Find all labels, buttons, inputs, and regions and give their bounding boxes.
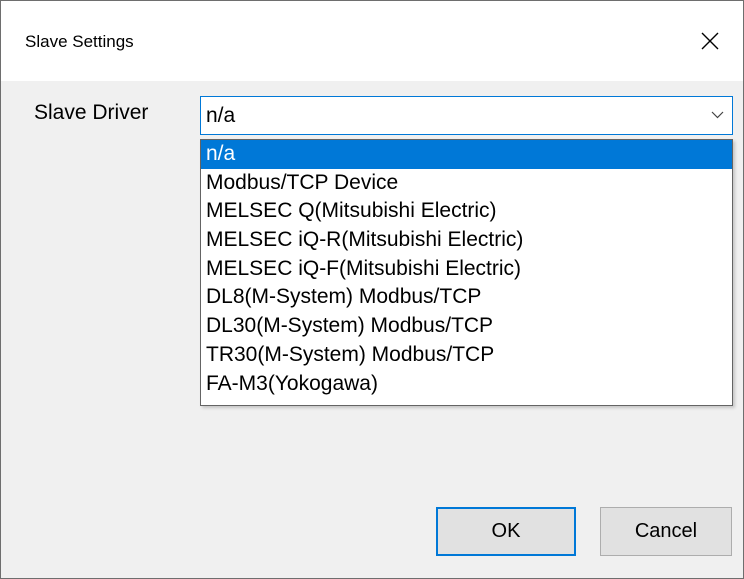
dropdown-option[interactable]: DL8(M-System) Modbus/TCP: [201, 283, 732, 312]
dropdown-option[interactable]: TR30(M-System) Modbus/TCP: [201, 341, 732, 370]
cancel-button[interactable]: Cancel: [600, 507, 732, 556]
dropdown-option[interactable]: n/a: [201, 140, 732, 169]
slave-driver-label: Slave Driver: [34, 101, 149, 124]
dialog-body: Slave Driver n/a n/a Modbus/TCP Device MEL…: [1, 81, 743, 578]
dropdown-option[interactable]: DL30(M-System) Modbus/TCP: [201, 312, 732, 341]
ok-button[interactable]: OK: [436, 507, 576, 556]
chevron-down-icon: [711, 111, 724, 119]
title-bar[interactable]: Slave Settings: [1, 1, 743, 81]
close-button[interactable]: [681, 1, 743, 81]
dropdown-option[interactable]: Modbus/TCP Device: [201, 169, 732, 198]
slave-driver-combobox[interactable]: n/a: [200, 96, 733, 135]
dropdown-option[interactable]: MELSEC iQ-F(Mitsubishi Electric): [201, 255, 732, 284]
slave-driver-value: n/a: [206, 104, 236, 127]
dropdown-option[interactable]: MELSEC Q(Mitsubishi Electric): [201, 197, 732, 226]
slave-settings-dialog: Slave Settings Slave Driver n/a n/a Modbu…: [0, 0, 744, 579]
dropdown-option[interactable]: FA-M3(Yokogawa): [201, 370, 732, 399]
slave-driver-dropdown-list: n/a Modbus/TCP Device MELSEC Q(Mitsubishi …: [200, 139, 733, 406]
dropdown-option[interactable]: MELSEC iQ-R(Mitsubishi Electric): [201, 226, 732, 255]
close-icon: [701, 32, 719, 50]
dialog-title: Slave Settings: [25, 32, 134, 51]
